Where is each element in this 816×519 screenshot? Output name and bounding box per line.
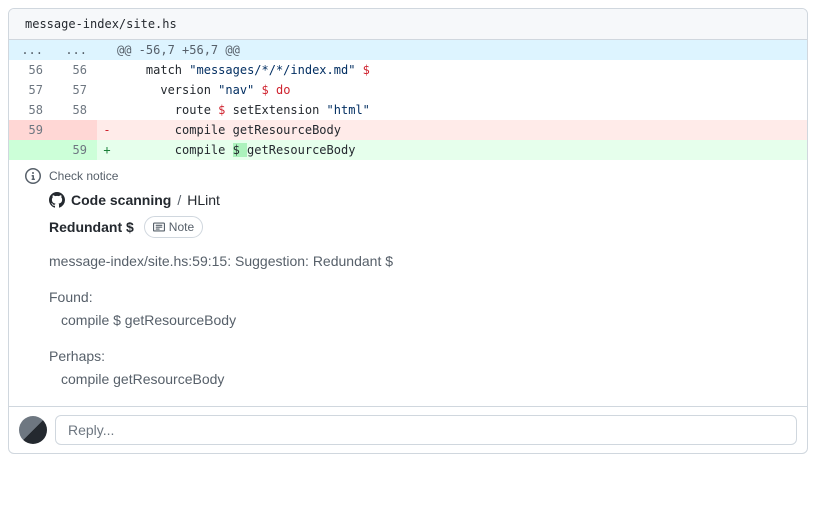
found-code: compile $ getResourceBody: [61, 312, 236, 328]
sign-cell: [97, 80, 117, 100]
diff-container: message-index/site.hs ... ... @@ -56,7 +…: [8, 8, 808, 454]
reply-input[interactable]: [55, 415, 797, 445]
line-number-old[interactable]: 58: [9, 100, 53, 120]
found-label: Found:: [49, 289, 93, 305]
scanner-name[interactable]: Code scanning: [71, 192, 171, 208]
file-path: message-index/site.hs: [25, 17, 177, 31]
line-number-new: ...: [53, 40, 97, 60]
github-icon: [49, 192, 65, 208]
code: compile getResourceBody: [117, 120, 807, 140]
code: match "messages/*/*/index.md" $: [117, 60, 807, 80]
notice-title: Redundant $: [49, 219, 134, 235]
perhaps-label: Perhaps:: [49, 348, 105, 364]
diff-line-ctx: 58 58 route $ setExtension "html": [9, 100, 807, 120]
code: route $ setExtension "html": [117, 100, 807, 120]
reply-area: [9, 407, 807, 453]
line-number-new[interactable]: 58: [53, 100, 97, 120]
check-notice-section: Check notice Code scanning / HLint Redun…: [9, 160, 807, 407]
line-number-new[interactable]: 57: [53, 80, 97, 100]
code: compile $ getResourceBody: [117, 140, 807, 160]
slash: /: [177, 192, 181, 208]
line-number-old[interactable]: 59: [9, 120, 53, 140]
notice-header: Check notice: [25, 168, 791, 184]
sign-cell: [97, 60, 117, 80]
severity-badge: Note: [144, 216, 203, 238]
line-number-new: [53, 120, 97, 140]
sign-cell: +: [97, 140, 117, 160]
sign-cell: [97, 40, 117, 60]
scan-line: Code scanning / HLint: [49, 192, 791, 208]
line-number-old[interactable]: 56: [9, 60, 53, 80]
line-number-new[interactable]: 56: [53, 60, 97, 80]
sign-cell: -: [97, 120, 117, 140]
code: version "nav" $ do: [117, 80, 807, 100]
line-number-old: [9, 140, 53, 160]
diff-line-ctx: 57 57 version "nav" $ do: [9, 80, 807, 100]
info-icon: [25, 168, 41, 184]
hunk-header-row: ... ... @@ -56,7 +56,7 @@: [9, 40, 807, 60]
severity-label: Note: [169, 218, 194, 236]
diff-line-ctx: 56 56 match "messages/*/*/index.md" $: [9, 60, 807, 80]
perhaps-code: compile getResourceBody: [61, 371, 224, 387]
line-number-old[interactable]: 57: [9, 80, 53, 100]
suggestion-message: message-index/site.hs:59:15: Suggestion:…: [49, 250, 791, 272]
suggestion-body: message-index/site.hs:59:15: Suggestion:…: [49, 250, 791, 390]
line-number-old: ...: [9, 40, 53, 60]
tool-name[interactable]: HLint: [187, 192, 220, 208]
notice-label: Check notice: [49, 169, 118, 183]
line-number-new[interactable]: 59: [53, 140, 97, 160]
hunk-header: @@ -56,7 +56,7 @@: [117, 40, 807, 60]
diff-table: ... ... @@ -56,7 +56,7 @@ 56 56 match "m…: [9, 40, 807, 160]
title-line: Redundant $ Note: [49, 216, 791, 238]
diff-line-add: 59 + compile $ getResourceBody: [9, 140, 807, 160]
note-icon: [153, 221, 165, 233]
sign-cell: [97, 100, 117, 120]
diff-line-del: 59 - compile getResourceBody: [9, 120, 807, 140]
file-header: message-index/site.hs: [9, 9, 807, 40]
avatar[interactable]: [19, 416, 47, 444]
